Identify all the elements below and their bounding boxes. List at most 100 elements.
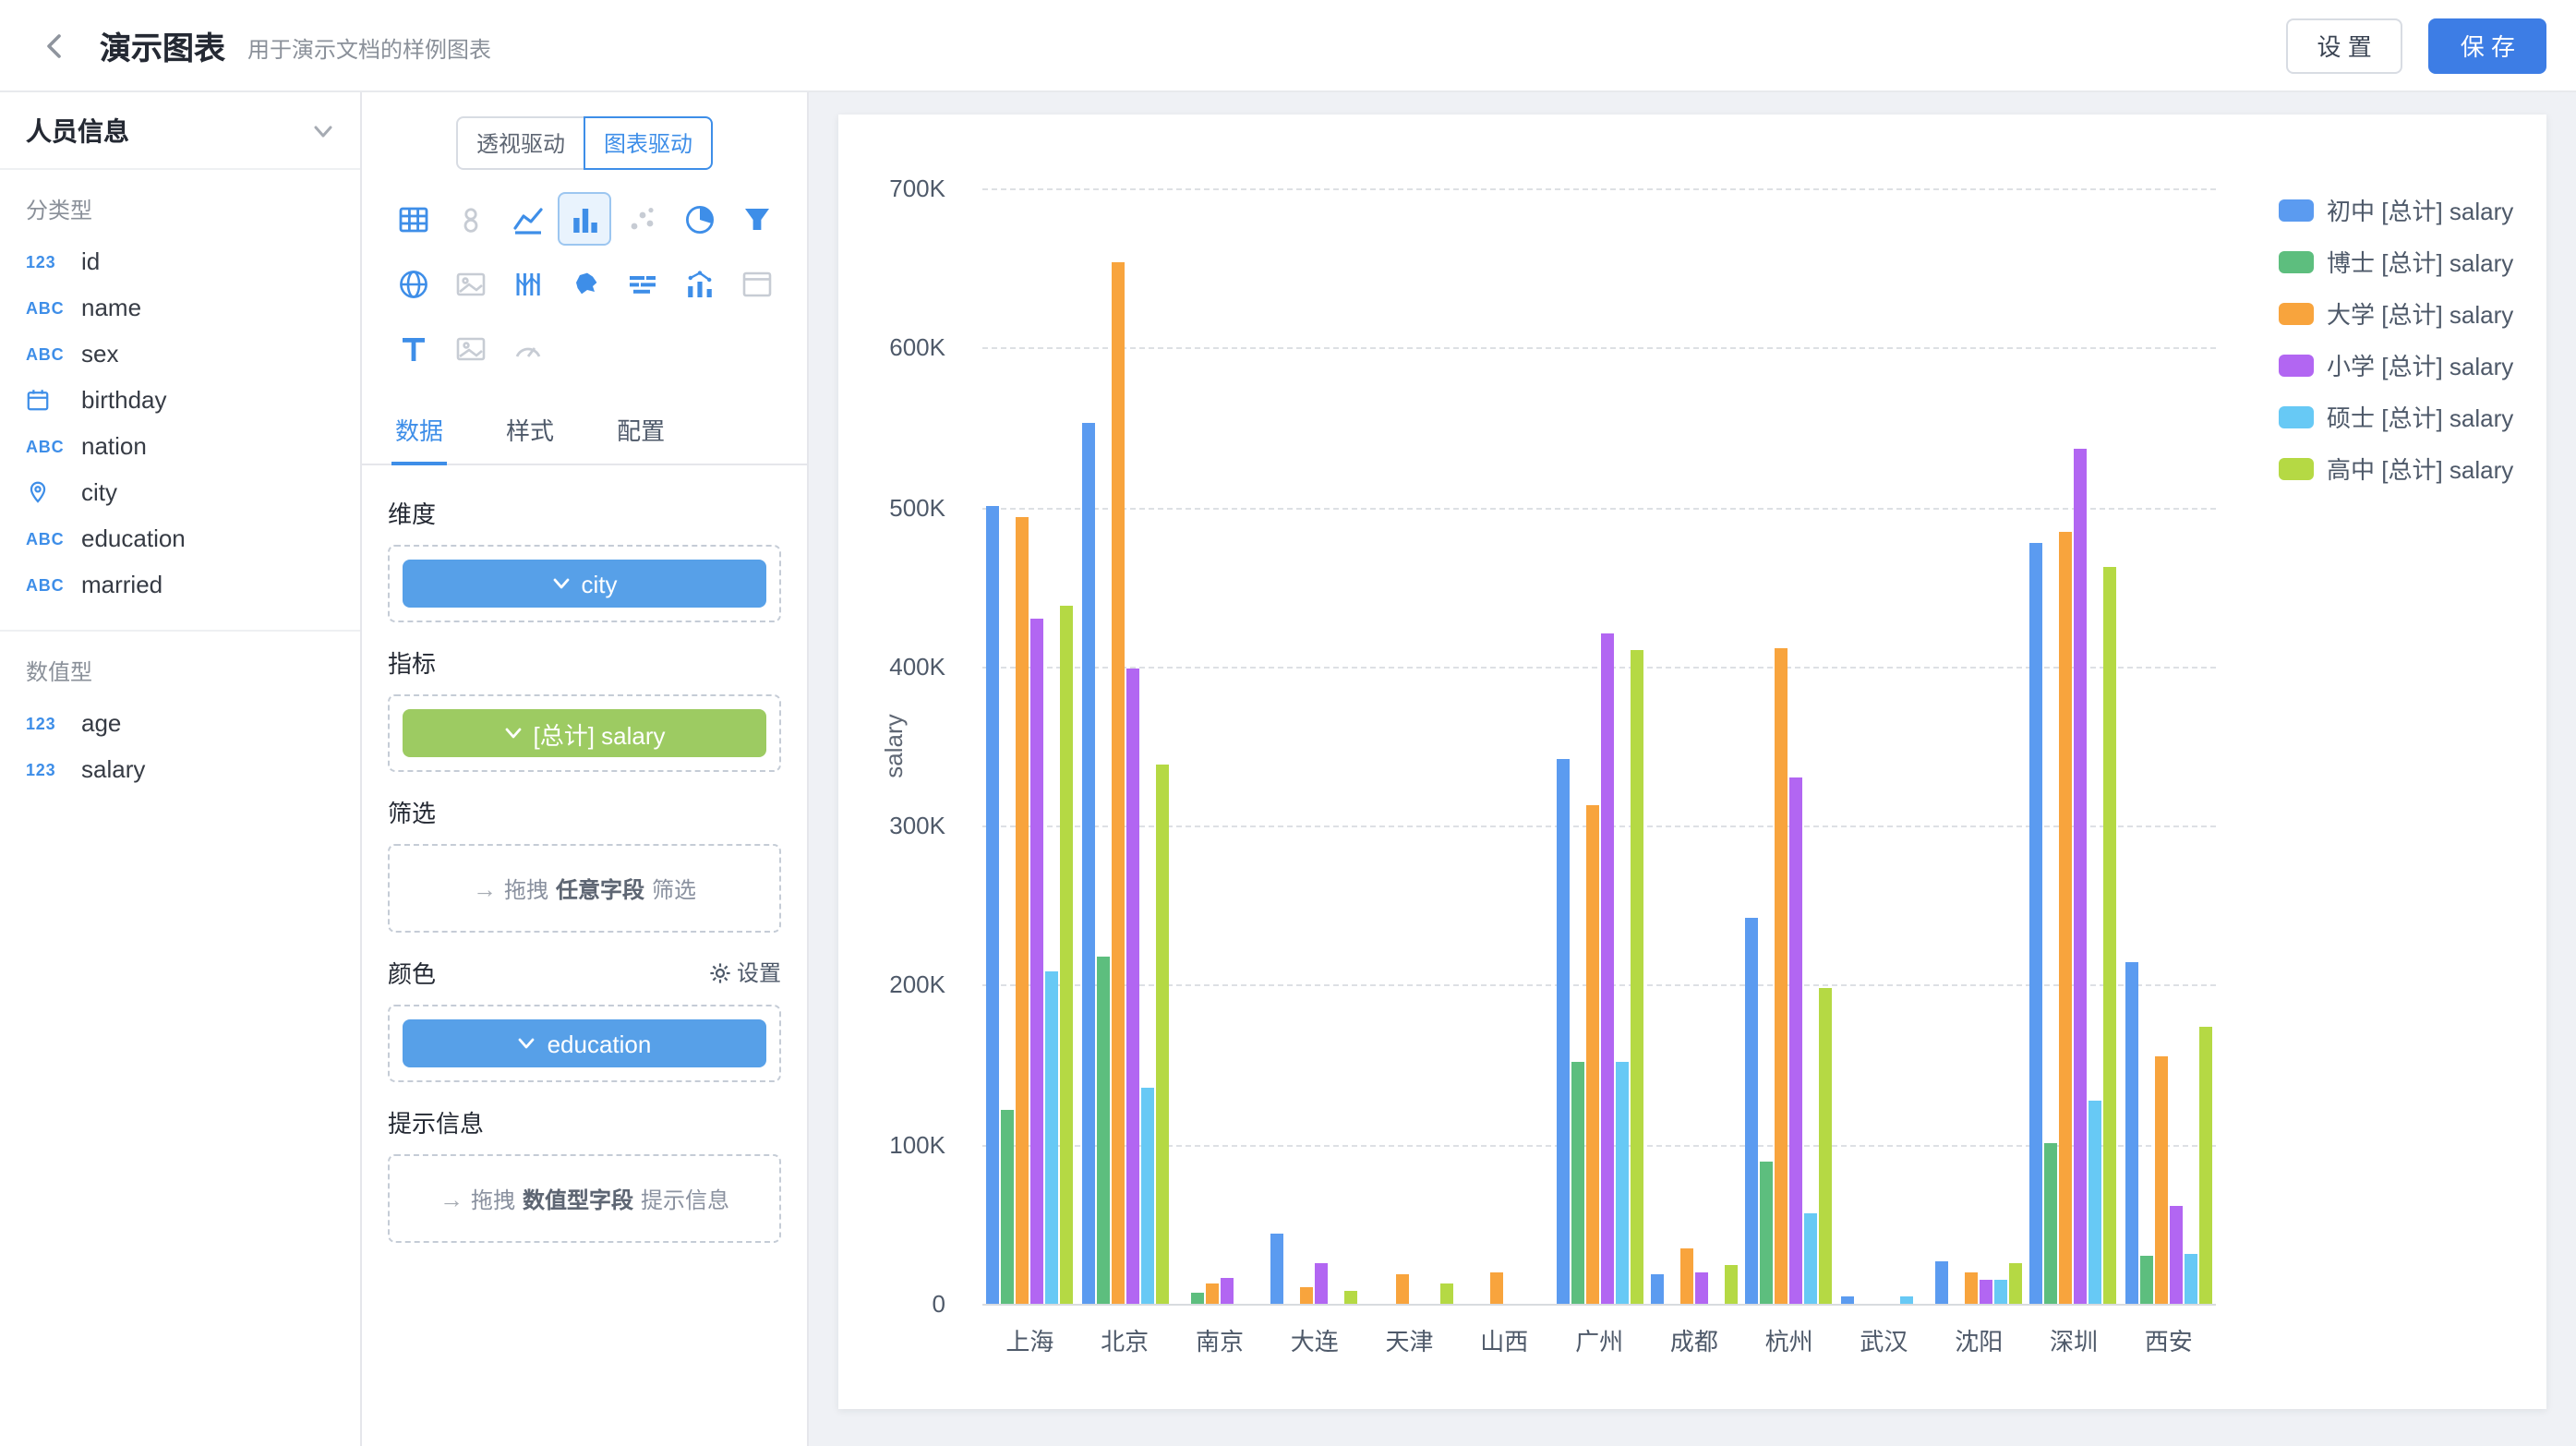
field-item-salary[interactable]: 123salary bbox=[0, 746, 360, 792]
field-item-education[interactable]: ABCeducation bbox=[0, 515, 360, 561]
field-item-birthday[interactable]: birthday bbox=[0, 377, 360, 423]
mode-tab-透视驱动[interactable]: 透视驱动 bbox=[456, 116, 585, 170]
dimension-pill-city[interactable]: city bbox=[403, 560, 766, 608]
legend-item-大学[interactable]: 大学 [总计] salary bbox=[2279, 295, 2513, 331]
settings-button[interactable]: 设 置 bbox=[2286, 18, 2403, 73]
number-type-icon: 123 bbox=[26, 252, 81, 271]
bar-大学-广州 bbox=[1585, 805, 1598, 1304]
field-item-age[interactable]: 123age bbox=[0, 700, 360, 746]
bar-硕士-上海 bbox=[1045, 970, 1058, 1304]
field-label: city bbox=[81, 478, 117, 506]
metric-dropzone[interactable]: [总计] salary bbox=[388, 694, 781, 772]
tab-数据[interactable]: 数据 bbox=[391, 395, 447, 464]
bar-初中-广州 bbox=[1556, 759, 1569, 1304]
tooltip-dropzone[interactable]: → 拖拽数值型字段提示信息 bbox=[388, 1154, 781, 1243]
save-button[interactable]: 保 存 bbox=[2429, 18, 2546, 73]
gridline-0 bbox=[982, 1304, 2216, 1306]
bar-大学-北京 bbox=[1111, 261, 1124, 1304]
legend-label: 硕士 [总计] salary bbox=[2327, 399, 2513, 434]
mode-tab-图表驱动[interactable]: 图表驱动 bbox=[584, 116, 713, 170]
back-button[interactable] bbox=[30, 19, 81, 71]
legend-item-初中[interactable]: 初中 [总计] salary bbox=[2279, 192, 2513, 227]
bar-硕士-杭州 bbox=[1805, 1213, 1818, 1304]
picture-chart-icon bbox=[445, 323, 495, 373]
field-item-name[interactable]: ABCname bbox=[0, 284, 360, 331]
x-label-沈阳: 沈阳 bbox=[1932, 1322, 2027, 1357]
x-label-天津: 天津 bbox=[1362, 1322, 1457, 1357]
bar-博士-北京 bbox=[1096, 957, 1109, 1304]
bar-大学-天津 bbox=[1396, 1275, 1409, 1304]
bar-高中-北京 bbox=[1155, 764, 1168, 1304]
map-chart-icon[interactable] bbox=[560, 259, 609, 308]
field-item-married[interactable]: ABCmarried bbox=[0, 561, 360, 608]
field-item-id[interactable]: 123id bbox=[0, 238, 360, 284]
bar-高中-西安 bbox=[2199, 1027, 2212, 1304]
dataset-header[interactable]: 人员信息 bbox=[0, 92, 360, 170]
field-item-nation[interactable]: ABCnation bbox=[0, 423, 360, 469]
funnel-chart-icon[interactable] bbox=[731, 194, 781, 244]
field-label: birthday bbox=[81, 386, 167, 414]
bar-初中-大连 bbox=[1271, 1234, 1284, 1304]
x-label-武汉: 武汉 bbox=[1836, 1322, 1932, 1357]
tab-样式[interactable]: 样式 bbox=[502, 395, 558, 464]
legend-item-硕士[interactable]: 硕士 [总计] salary bbox=[2279, 399, 2513, 434]
pie-chart-icon[interactable] bbox=[674, 194, 724, 244]
field-label: education bbox=[81, 524, 186, 552]
tab-配置[interactable]: 配置 bbox=[613, 395, 668, 464]
bars-row bbox=[982, 188, 2216, 1304]
bar-博士-上海 bbox=[1001, 1109, 1014, 1304]
bar-初中-杭州 bbox=[1746, 918, 1759, 1304]
field-item-sex[interactable]: ABCsex bbox=[0, 331, 360, 377]
x-label-深圳: 深圳 bbox=[2027, 1322, 2122, 1357]
dimension-label: 维度 bbox=[388, 495, 436, 530]
wordcloud-chart-icon[interactable] bbox=[617, 259, 667, 308]
color-settings-button[interactable]: 设置 bbox=[709, 957, 781, 988]
tooltip-label: 提示信息 bbox=[388, 1104, 484, 1139]
legend-swatch bbox=[2279, 354, 2314, 376]
image-chart-icon bbox=[445, 259, 495, 308]
combo-chart-icon[interactable] bbox=[674, 259, 724, 308]
rose-chart-icon[interactable] bbox=[388, 259, 438, 308]
table-chart-icon[interactable] bbox=[388, 194, 438, 244]
metric-pill-salary[interactable]: [总计] salary bbox=[403, 709, 766, 757]
bar-硕士-西安 bbox=[2185, 1255, 2197, 1304]
bar-大学-杭州 bbox=[1776, 647, 1788, 1304]
legend-label: 高中 [总计] salary bbox=[2327, 451, 2513, 486]
filter-placeholder: → 拖拽任意字段筛选 bbox=[403, 859, 766, 918]
calendar-icon bbox=[26, 388, 81, 412]
line-chart-icon[interactable] bbox=[502, 194, 552, 244]
field-type-label-0: 分类型 bbox=[0, 170, 360, 238]
metric-section: 指标 [总计] salary bbox=[388, 645, 781, 772]
drag-arrow-icon: → bbox=[473, 874, 497, 902]
gauge-chart-icon bbox=[502, 323, 552, 373]
bar-chart-icon[interactable] bbox=[560, 194, 609, 244]
bar-小学-西安 bbox=[2170, 1205, 2183, 1304]
iframe-chart-icon bbox=[731, 259, 781, 308]
x-label-上海: 上海 bbox=[982, 1322, 1077, 1357]
bar-大学-深圳 bbox=[2060, 531, 2073, 1304]
filter-section: 筛选 → 拖拽任意字段筛选 bbox=[388, 794, 781, 933]
x-label-成都: 成都 bbox=[1646, 1322, 1741, 1357]
legend-item-高中[interactable]: 高中 [总计] salary bbox=[2279, 451, 2513, 486]
scatter-chart-icon bbox=[617, 194, 667, 244]
bar-高中-深圳 bbox=[2104, 568, 2117, 1304]
chart-card: salary 0100K200K300K400K500K600K700K 上海北… bbox=[838, 114, 2546, 1409]
bar-初中-沈阳 bbox=[1935, 1260, 1948, 1304]
dimension-dropzone[interactable]: city bbox=[388, 545, 781, 622]
color-dropzone[interactable]: education bbox=[388, 1005, 781, 1082]
filter-dropzone[interactable]: → 拖拽任意字段筛选 bbox=[388, 844, 781, 933]
bar-初中-西安 bbox=[2125, 963, 2138, 1304]
field-item-city[interactable]: city bbox=[0, 469, 360, 515]
color-pill-education[interactable]: education bbox=[403, 1019, 766, 1067]
color-label: 颜色 bbox=[388, 955, 436, 990]
bar-group-大连 bbox=[1267, 188, 1362, 1304]
legend-item-小学[interactable]: 小学 [总计] salary bbox=[2279, 347, 2513, 382]
parallel-chart-icon[interactable] bbox=[502, 259, 552, 308]
text-chart-icon[interactable] bbox=[388, 323, 438, 373]
main-area: 人员信息 分类型123idABCnameABCsex birthday ABCnat… bbox=[0, 92, 2576, 1446]
chevron-down-icon[interactable] bbox=[312, 119, 334, 141]
legend-label: 初中 [总计] salary bbox=[2327, 192, 2513, 227]
legend-swatch bbox=[2279, 199, 2314, 221]
text-type-icon: ABC bbox=[26, 344, 81, 363]
legend-item-博士[interactable]: 博士 [总计] salary bbox=[2279, 244, 2513, 279]
